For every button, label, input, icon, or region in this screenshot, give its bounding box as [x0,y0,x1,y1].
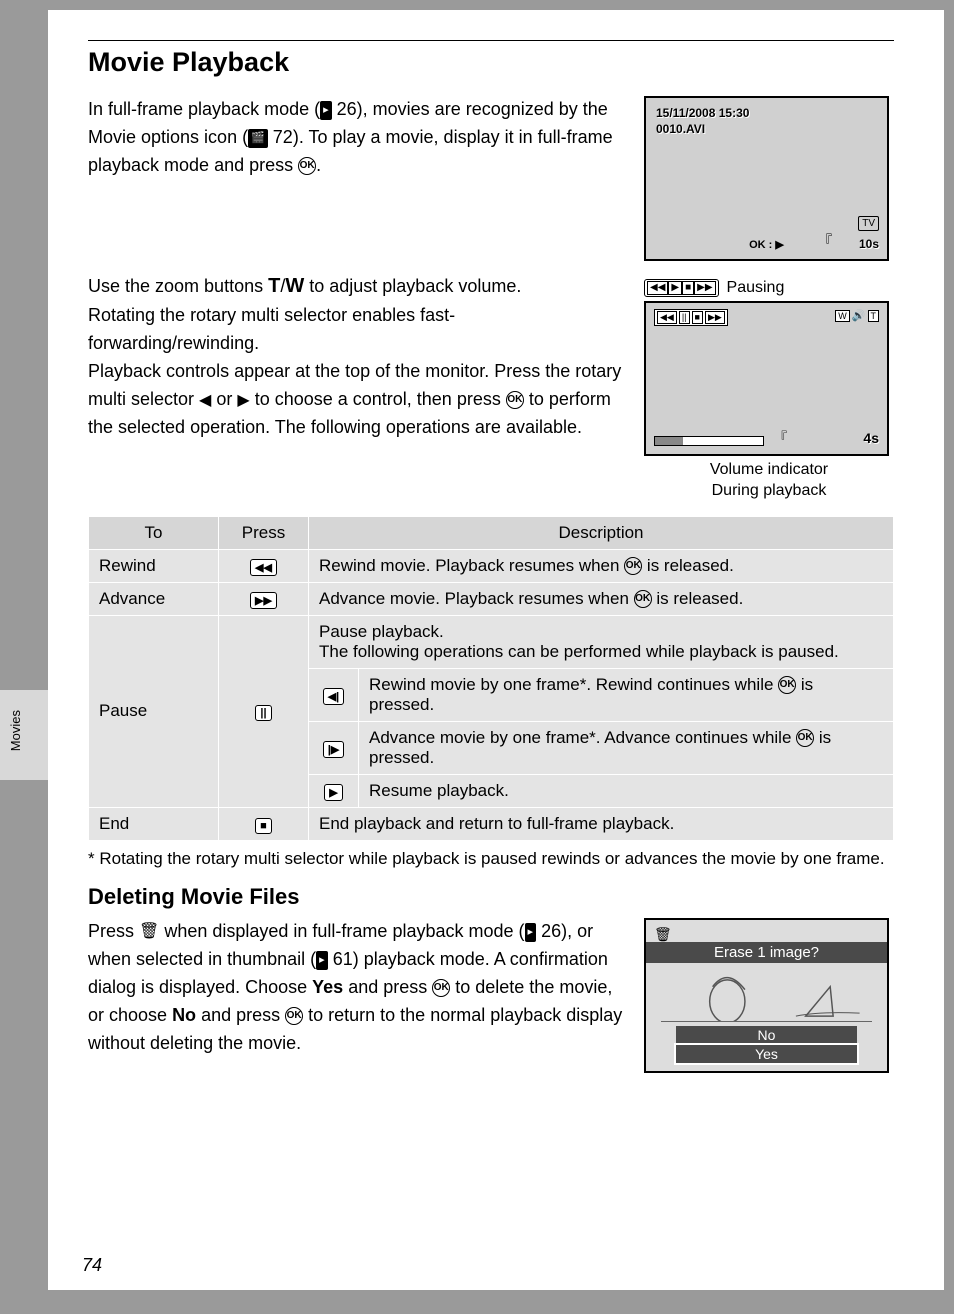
ok-button-icon: OK [506,391,524,409]
left-arrow-icon: ◀ [199,392,211,409]
ok-button-icon: OK [778,676,796,694]
delete-paragraph: Press 🗑 when displayed in full-frame pla… [88,918,626,1057]
progress-bar [654,436,764,446]
frame-rewind-icon: ◀| [323,688,345,705]
ok-button-icon: OK [796,729,814,747]
filename: 0010.AVI [656,122,705,136]
dialog-question: Erase 1 image? [646,942,887,963]
screen-caption: Volume indicator During playback [644,460,894,502]
trash-icon: 🗑 [654,926,672,943]
control-strip: ◀◀||■▶▶ [654,309,728,326]
dialog-option-no[interactable]: No [676,1026,857,1044]
rotate-paragraph: Rotating the rotary multi selector enabl… [88,302,626,358]
playback-screen-preview: 15/11/2008 15:30 0010.AVI TV OK : ▶ 『 10… [644,96,889,261]
page-heading: Movie Playback [88,40,894,78]
timestamp: 15/11/2008 15:30 [656,106,749,120]
trash-icon: 🗑 [139,920,159,945]
frame-advance-icon: |▶ [323,741,345,758]
ok-button-icon: OK [624,557,642,575]
advance-icon: ▶▶ [250,592,277,609]
col-press: Press [219,516,309,549]
control-strip-icon: ◀◀▶■▶▶ [644,279,719,297]
zoom-paragraph: Use the zoom buttons T/W to adjust playb… [88,271,626,302]
table-row: Advance ▶▶ Advance movie. Playback resum… [89,582,894,615]
pausing-label: Pausing [727,279,785,297]
intro-paragraph: In full-frame playback mode (▸ 26), movi… [88,96,626,180]
volume-indicator: W🔊T [835,309,879,322]
image-sketch [661,972,872,1022]
paused-screen-preview: ◀◀||■▶▶ W🔊T 『 4s [644,301,889,456]
ok-button-icon: OK [634,590,652,608]
tv-icon: TV [858,216,879,231]
duration: 10s [859,237,879,251]
ok-button-icon: OK [298,157,316,175]
ok-button-icon: OK [432,979,450,997]
bracket-icon: 『 [818,231,832,251]
table-row: Rewind ◀◀ Rewind movie. Playback resumes… [89,549,894,582]
table-row: End ■ End playback and return to full-fr… [89,807,894,840]
col-desc: Description [309,516,894,549]
section-heading: Deleting Movie Files [88,884,894,910]
table-row: Pause || Pause playback. The following o… [89,615,894,668]
page-number: 74 [82,1255,102,1276]
col-to: To [89,516,219,549]
delete-dialog-preview: 🗑 Erase 1 image? No Yes [644,918,889,1073]
right-arrow-icon: ▶ [237,392,249,409]
controls-paragraph: Playback controls appear at the top of t… [88,358,626,442]
dialog-option-yes[interactable]: Yes [676,1045,857,1063]
section-label: Movies [8,710,23,751]
ok-play-indicator: OK : ▶ [749,238,784,251]
bracket-icon: 『 [774,427,787,446]
stop-icon: ■ [255,818,272,834]
operations-table: To Press Description Rewind ◀◀ Rewind mo… [88,516,894,841]
time-remaining: 4s [863,430,879,446]
rewind-icon: ◀◀ [250,559,277,576]
movie-options-icon: 🎬 [248,129,268,148]
play-icon: ▶ [324,784,342,801]
pause-icon: || [255,705,271,721]
ref-icon: ▸ [316,951,328,970]
playback-mode-icon: ▸ [320,101,332,120]
ref-icon: ▸ [525,923,537,942]
ok-button-icon: OK [285,1007,303,1025]
table-footnote: * Rotating the rotary multi selector whi… [88,847,894,871]
